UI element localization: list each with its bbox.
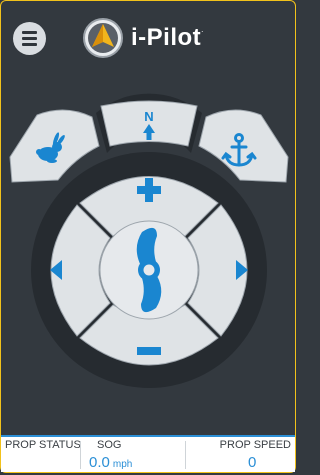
- sog-panel: SOG 0.0 mph: [81, 437, 184, 472]
- menu-button[interactable]: [13, 22, 46, 55]
- prop-speed-label: PROP SPEED: [219, 439, 291, 451]
- prop-status-label: PROP STATUS: [5, 439, 81, 451]
- hamburger-icon-line: [22, 31, 37, 34]
- prop-speed-panel: PROP SPEED 0: [186, 437, 295, 472]
- brand-name: i-Pilot.: [131, 24, 204, 51]
- control-pad: N: [0, 90, 298, 400]
- sog-unit: mph: [112, 459, 133, 470]
- sog-label: SOG: [97, 439, 122, 451]
- prop-toggle-button[interactable]: [99, 220, 199, 320]
- compass-logo-icon: [83, 18, 123, 58]
- sog-readout: 0.0 mph: [89, 454, 132, 471]
- sog-value: 0.0: [89, 454, 110, 471]
- brand-trademark: .: [201, 25, 204, 34]
- hamburger-icon-line: [22, 37, 37, 40]
- hamburger-icon-line: [22, 43, 37, 46]
- brand-logo: i-Pilot.: [82, 18, 204, 58]
- north-label: N: [144, 109, 153, 124]
- minus-icon: [137, 347, 161, 355]
- prop-speed-value: 0: [248, 454, 257, 471]
- prop-status-panel: PROP STATUS: [1, 437, 81, 472]
- north-compass-button[interactable]: N: [100, 100, 198, 147]
- status-bar: PROP STATUS SOG 0.0 mph PROP SPEED 0: [1, 435, 295, 472]
